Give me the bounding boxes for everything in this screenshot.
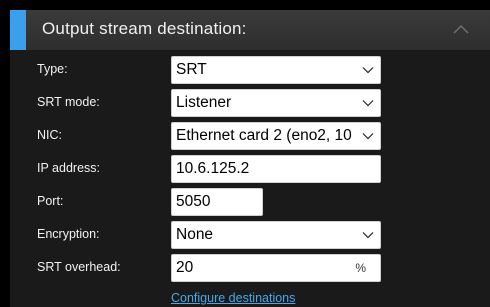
encryption-row: Encryption: None [10, 221, 490, 249]
port-row: Port: 5050 [10, 188, 490, 216]
output-stream-panel: Output stream destination: Type: SRT SRT… [10, 10, 490, 307]
header-accent-bar [10, 10, 26, 50]
type-label: Type: [37, 62, 68, 76]
percent-unit: % [355, 261, 366, 275]
port-input[interactable]: 5050 [171, 188, 263, 216]
ip-address-row: IP address: 10.6.125.2 [10, 155, 490, 183]
nic-value: Ethernet card 2 (eno2, 10 [176, 127, 352, 144]
type-select[interactable]: SRT [171, 56, 381, 84]
ip-address-input[interactable]: 10.6.125.2 [171, 155, 381, 183]
chevron-down-icon [362, 232, 374, 239]
srt-mode-value: Listener [176, 94, 232, 111]
type-value: SRT [176, 61, 207, 78]
nic-row: NIC: Ethernet card 2 (eno2, 10 [10, 122, 490, 150]
panel-title: Output stream destination: [42, 19, 247, 38]
chevron-down-icon [362, 67, 374, 74]
srt-overhead-row: SRT overhead: 20 % [10, 254, 490, 282]
type-row: Type: SRT [10, 56, 490, 84]
chevron-up-icon[interactable] [452, 22, 470, 36]
nic-label: NIC: [37, 128, 62, 142]
encryption-value: None [176, 226, 214, 243]
chevron-down-icon [362, 133, 374, 140]
panel-header[interactable]: Output stream destination: [10, 10, 490, 50]
configure-destinations-link[interactable]: Configure destinations [171, 291, 295, 305]
srt-mode-select[interactable]: Listener [171, 89, 381, 117]
encryption-select[interactable]: None [171, 221, 381, 249]
nic-select[interactable]: Ethernet card 2 (eno2, 10 [171, 122, 381, 150]
ip-address-label: IP address: [37, 161, 101, 175]
srt-overhead-input[interactable]: 20 % [171, 254, 381, 282]
srt-mode-row: SRT mode: Listener [10, 89, 490, 117]
srt-overhead-label: SRT overhead: [37, 260, 121, 274]
srt-overhead-value: 20 [176, 259, 194, 276]
chevron-down-icon [362, 100, 374, 107]
encryption-label: Encryption: [37, 227, 100, 241]
port-label: Port: [37, 194, 64, 208]
srt-mode-label: SRT mode: [37, 95, 100, 109]
